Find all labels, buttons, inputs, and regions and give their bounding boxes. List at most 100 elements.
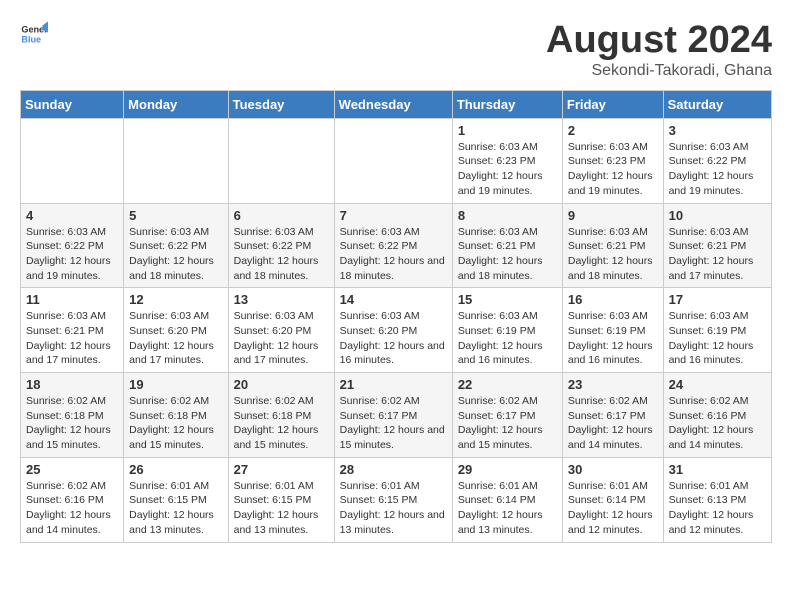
- calendar-cell: 29Sunrise: 6:01 AM Sunset: 6:14 PM Dayli…: [452, 457, 562, 542]
- day-info: Sunrise: 6:03 AM Sunset: 6:19 PM Dayligh…: [458, 309, 557, 368]
- calendar-cell: 23 Sunrise: 6:02 AM Sunset: 6:17 PM Dayli…: [562, 373, 663, 458]
- day-number: 5: [129, 208, 222, 223]
- calendar-week-row: 18 Sunrise: 6:02 AM Sunset: 6:18 PM Dayli…: [21, 373, 772, 458]
- day-info: Sunrise: 6:02 AM Sunset: 6:17 PM Dayligh…: [340, 394, 447, 453]
- month-year-title: August 2024: [546, 20, 772, 62]
- day-info: Sunrise: 6:03 AM Sunset: 6:23 PM Dayligh…: [458, 140, 557, 199]
- calendar-cell: 24 Sunrise: 6:02 AM Sunset: 6:16 PM Dayli…: [663, 373, 771, 458]
- calendar-week-row: 25Sunrise: 6:02 AM Sunset: 6:16 PM Dayli…: [21, 457, 772, 542]
- day-info: Sunrise: 6:03 AM Sunset: 6:19 PM Dayligh…: [669, 309, 766, 368]
- calendar-week-row: 1Sunrise: 6:03 AM Sunset: 6:23 PM Daylig…: [21, 118, 772, 203]
- weekday-header-wednesday: Wednesday: [334, 90, 452, 118]
- calendar-cell: 31 Sunrise: 6:01 AM Sunset: 6:13 PM Dayli…: [663, 457, 771, 542]
- day-number: 8: [458, 208, 557, 223]
- calendar-cell: 18 Sunrise: 6:02 AM Sunset: 6:18 PM Dayli…: [21, 373, 124, 458]
- day-info: Sunrise: 6:02 AM Sunset: 6:16 PM Dayligh…: [669, 394, 766, 453]
- day-number: 28: [340, 462, 447, 477]
- calendar-cell: 20 Sunrise: 6:02 AM Sunset: 6:18 PM Dayli…: [228, 373, 334, 458]
- day-info: Sunrise: 6:01 AM Sunset: 6:15 PM Dayligh…: [340, 479, 447, 538]
- day-number: 24: [669, 377, 766, 392]
- calendar-cell: 11 Sunrise: 6:03 AM Sunset: 6:21 PM Dayli…: [21, 288, 124, 373]
- day-info: Sunrise: 6:02 AM Sunset: 6:16 PM Dayligh…: [26, 479, 118, 538]
- calendar-cell: 6 Sunrise: 6:03 AM Sunset: 6:22 PM Daylig…: [228, 203, 334, 288]
- day-info: Sunrise: 6:03 AM Sunset: 6:23 PM Dayligh…: [568, 140, 658, 199]
- day-info: Sunrise: 6:01 AM Sunset: 6:13 PM Dayligh…: [669, 479, 766, 538]
- location-subtitle: Sekondi-Takoradi, Ghana: [546, 62, 772, 80]
- calendar-cell: 21 Sunrise: 6:02 AM Sunset: 6:17 PM Dayli…: [334, 373, 452, 458]
- calendar-cell: 16 Sunrise: 6:03 AM Sunset: 6:19 PM Dayli…: [562, 288, 663, 373]
- day-number: 15: [458, 292, 557, 307]
- calendar-cell: 3 Sunrise: 6:03 AM Sunset: 6:22 PM Daylig…: [663, 118, 771, 203]
- calendar-cell: 9 Sunrise: 6:03 AM Sunset: 6:21 PM Daylig…: [562, 203, 663, 288]
- calendar-cell: 7 Sunrise: 6:03 AM Sunset: 6:22 PM Daylig…: [334, 203, 452, 288]
- calendar-cell: [21, 118, 124, 203]
- calendar-cell: 8 Sunrise: 6:03 AM Sunset: 6:21 PM Daylig…: [452, 203, 562, 288]
- calendar-cell: 5 Sunrise: 6:03 AM Sunset: 6:22 PM Daylig…: [124, 203, 228, 288]
- day-info: Sunrise: 6:03 AM Sunset: 6:21 PM Dayligh…: [458, 225, 557, 284]
- day-info: Sunrise: 6:03 AM Sunset: 6:19 PM Dayligh…: [568, 309, 658, 368]
- day-number: 26: [129, 462, 222, 477]
- calendar-cell: [228, 118, 334, 203]
- calendar-cell: 30 Sunrise: 6:01 AM Sunset: 6:14 PM Dayli…: [562, 457, 663, 542]
- day-info: Sunrise: 6:02 AM Sunset: 6:17 PM Dayligh…: [458, 394, 557, 453]
- day-number: 22: [458, 377, 557, 392]
- day-info: Sunrise: 6:03 AM Sunset: 6:22 PM Dayligh…: [26, 225, 118, 284]
- day-number: 30: [568, 462, 658, 477]
- calendar-cell: 4 Sunrise: 6:03 AM Sunset: 6:22 PM Daylig…: [21, 203, 124, 288]
- day-number: 12: [129, 292, 222, 307]
- day-number: 10: [669, 208, 766, 223]
- calendar-cell: 19 Sunrise: 6:02 AM Sunset: 6:18 PM Dayli…: [124, 373, 228, 458]
- day-number: 14: [340, 292, 447, 307]
- day-info: Sunrise: 6:02 AM Sunset: 6:18 PM Dayligh…: [234, 394, 329, 453]
- title-section: August 2024 Sekondi-Takoradi, Ghana: [546, 20, 772, 80]
- day-number: 27: [234, 462, 329, 477]
- day-info: Sunrise: 6:03 AM Sunset: 6:20 PM Dayligh…: [234, 309, 329, 368]
- day-number: 21: [340, 377, 447, 392]
- day-number: 31: [669, 462, 766, 477]
- calendar-cell: 10 Sunrise: 6:03 AM Sunset: 6:21 PM Dayli…: [663, 203, 771, 288]
- day-number: 11: [26, 292, 118, 307]
- calendar-cell: [124, 118, 228, 203]
- day-number: 3: [669, 123, 766, 138]
- day-number: 7: [340, 208, 447, 223]
- day-info: Sunrise: 6:03 AM Sunset: 6:22 PM Dayligh…: [340, 225, 447, 284]
- weekday-header-tuesday: Tuesday: [228, 90, 334, 118]
- day-number: 4: [26, 208, 118, 223]
- day-info: Sunrise: 6:03 AM Sunset: 6:20 PM Dayligh…: [129, 309, 222, 368]
- day-info: Sunrise: 6:02 AM Sunset: 6:18 PM Dayligh…: [26, 394, 118, 453]
- weekday-header-friday: Friday: [562, 90, 663, 118]
- calendar-cell: 14Sunrise: 6:03 AM Sunset: 6:20 PM Dayli…: [334, 288, 452, 373]
- day-number: 2: [568, 123, 658, 138]
- weekday-header-monday: Monday: [124, 90, 228, 118]
- day-number: 6: [234, 208, 329, 223]
- day-info: Sunrise: 6:03 AM Sunset: 6:21 PM Dayligh…: [568, 225, 658, 284]
- day-info: Sunrise: 6:03 AM Sunset: 6:21 PM Dayligh…: [669, 225, 766, 284]
- day-info: Sunrise: 6:01 AM Sunset: 6:15 PM Dayligh…: [129, 479, 222, 538]
- calendar-cell: [334, 118, 452, 203]
- day-number: 16: [568, 292, 658, 307]
- day-number: 9: [568, 208, 658, 223]
- day-info: Sunrise: 6:03 AM Sunset: 6:22 PM Dayligh…: [669, 140, 766, 199]
- day-number: 20: [234, 377, 329, 392]
- calendar-cell: 26 Sunrise: 6:01 AM Sunset: 6:15 PM Dayli…: [124, 457, 228, 542]
- calendar-cell: 17Sunrise: 6:03 AM Sunset: 6:19 PM Dayli…: [663, 288, 771, 373]
- logo: General Blue: [20, 20, 48, 48]
- calendar-cell: 25Sunrise: 6:02 AM Sunset: 6:16 PM Dayli…: [21, 457, 124, 542]
- calendar-cell: 27Sunrise: 6:01 AM Sunset: 6:15 PM Dayli…: [228, 457, 334, 542]
- day-number: 18: [26, 377, 118, 392]
- calendar-cell: 1Sunrise: 6:03 AM Sunset: 6:23 PM Daylig…: [452, 118, 562, 203]
- day-info: Sunrise: 6:03 AM Sunset: 6:22 PM Dayligh…: [234, 225, 329, 284]
- calendar-cell: 15 Sunrise: 6:03 AM Sunset: 6:19 PM Dayli…: [452, 288, 562, 373]
- weekday-header-thursday: Thursday: [452, 90, 562, 118]
- day-info: Sunrise: 6:01 AM Sunset: 6:14 PM Dayligh…: [568, 479, 658, 538]
- day-info: Sunrise: 6:02 AM Sunset: 6:18 PM Dayligh…: [129, 394, 222, 453]
- day-info: Sunrise: 6:03 AM Sunset: 6:22 PM Dayligh…: [129, 225, 222, 284]
- day-number: 29: [458, 462, 557, 477]
- calendar-cell: 12 Sunrise: 6:03 AM Sunset: 6:20 PM Dayli…: [124, 288, 228, 373]
- day-info: Sunrise: 6:03 AM Sunset: 6:21 PM Dayligh…: [26, 309, 118, 368]
- day-number: 19: [129, 377, 222, 392]
- day-info: Sunrise: 6:02 AM Sunset: 6:17 PM Dayligh…: [568, 394, 658, 453]
- calendar-table: SundayMondayTuesdayWednesdayThursdayFrid…: [20, 90, 772, 543]
- day-number: 23: [568, 377, 658, 392]
- svg-text:Blue: Blue: [21, 34, 41, 44]
